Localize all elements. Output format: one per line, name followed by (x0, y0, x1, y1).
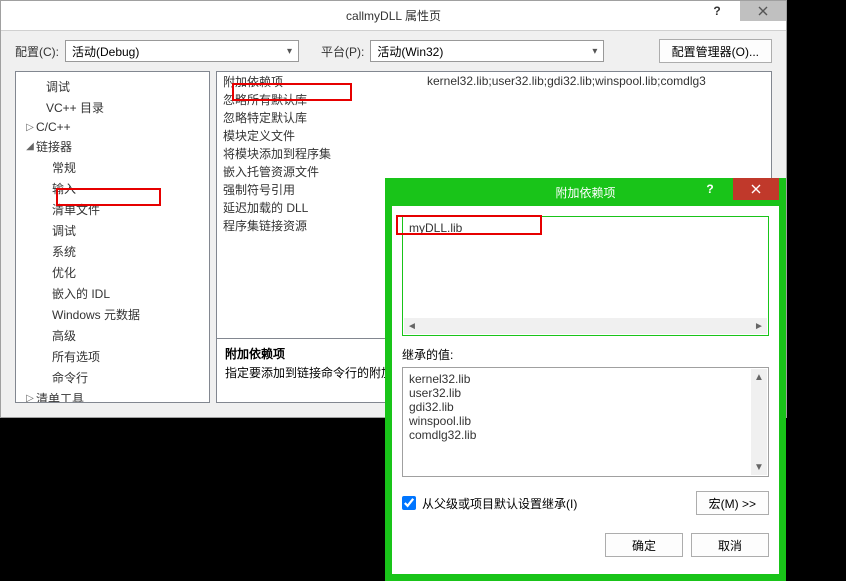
tree-item[interactable]: 调试 (18, 76, 207, 97)
tree-item-label: VC++ 目录 (46, 99, 104, 116)
tree-item-label: 所有选项 (52, 348, 100, 365)
popup-title-bar: 附加依赖项 ? (392, 178, 779, 206)
inherit-label: 继承的值: (402, 346, 769, 363)
v-scrollbar[interactable]: ▲ ▼ (751, 369, 767, 475)
tree-item[interactable]: VC++ 目录 (18, 97, 207, 118)
additional-dependencies-dialog: 附加依赖项 ? myDLL.lib ◄ ► 继承的值: kernel32.lib… (385, 178, 786, 581)
tree-item[interactable]: 系统 (18, 241, 207, 262)
tree-item[interactable]: ▷清单工具 (18, 388, 207, 403)
tree-item[interactable]: 高级 (18, 325, 207, 346)
title-bar: callmyDLL 属性页 ? (1, 1, 786, 31)
window-title: callmyDLL 属性页 (346, 7, 441, 24)
tree-item[interactable]: 清单文件 (18, 199, 207, 220)
tree-item-label: 清单文件 (52, 201, 100, 218)
dependencies-value: myDLL.lib (409, 221, 462, 235)
tree-item[interactable]: ▷C/C++ (18, 118, 207, 136)
tree-item-label: 调试 (52, 222, 76, 239)
popup-help-button[interactable]: ? (687, 178, 733, 200)
grid-label: 将模块添加到程序集 (217, 145, 427, 162)
twisty-icon[interactable]: ▷ (24, 393, 36, 403)
platform-combo[interactable]: 活动(Win32) ▾ (370, 40, 604, 62)
tree-item-label: 常规 (52, 159, 76, 176)
inherit-checkbox[interactable] (402, 496, 416, 510)
tree-item-label: 高级 (52, 327, 76, 344)
grid-label: 模块定义文件 (217, 127, 427, 144)
config-row: 配置(C): 活动(Debug) ▾ 平台(P): 活动(Win32) ▾ 配置… (1, 31, 786, 67)
inherit-checkbox-text: 从父级或项目默认设置继承(I) (422, 495, 577, 512)
grid-row[interactable]: 将模块添加到程序集 (217, 144, 771, 162)
tree-item-label: 调试 (46, 78, 70, 95)
scroll-left-icon[interactable]: ◄ (404, 318, 420, 334)
tree-item-label: 命令行 (52, 369, 88, 386)
tree-item-label: C/C++ (36, 120, 71, 134)
grid-label: 嵌入托管资源文件 (217, 163, 427, 180)
chevron-down-icon: ▾ (287, 46, 292, 57)
grid-row[interactable]: 忽略所有默认库 (217, 90, 771, 108)
scroll-down-icon[interactable]: ▼ (751, 459, 767, 475)
twisty-icon[interactable]: ◢ (24, 141, 36, 152)
twisty-icon[interactable]: ▷ (24, 122, 36, 133)
tree-item-label: 系统 (52, 243, 76, 260)
inherited-value: user32.lib (409, 386, 762, 400)
grid-row[interactable]: 模块定义文件 (217, 126, 771, 144)
popup-title: 附加依赖项 (555, 184, 615, 201)
inherit-checkbox-label[interactable]: 从父级或项目默认设置继承(I) (402, 495, 577, 512)
grid-row[interactable]: 附加依赖项kernel32.lib;user32.lib;gdi32.lib;w… (217, 72, 771, 90)
tree-item-label: 清单工具 (36, 390, 84, 403)
config-label: 配置(C): (15, 43, 59, 60)
inherited-value: gdi32.lib (409, 400, 762, 414)
cancel-button[interactable]: 取消 (691, 533, 769, 557)
tree-item[interactable]: 优化 (18, 262, 207, 283)
chevron-down-icon: ▾ (592, 46, 597, 57)
ok-button[interactable]: 确定 (605, 533, 683, 557)
tree-item-label: 优化 (52, 264, 76, 281)
config-combo[interactable]: 活动(Debug) ▾ (65, 40, 299, 62)
popup-close-button[interactable] (733, 178, 779, 200)
grid-row[interactable]: 忽略特定默认库 (217, 108, 771, 126)
category-tree[interactable]: 调试VC++ 目录▷C/C++◢链接器常规输入清单文件调试系统优化嵌入的 IDL… (15, 71, 210, 403)
tree-item[interactable]: 所有选项 (18, 346, 207, 367)
platform-label: 平台(P): (321, 43, 364, 60)
close-button[interactable] (740, 1, 786, 21)
tree-item-label: Windows 元数据 (52, 306, 140, 323)
config-manager-button[interactable]: 配置管理器(O)... (659, 39, 772, 63)
grid-value: kernel32.lib;user32.lib;gdi32.lib;winspo… (427, 74, 771, 88)
help-button[interactable]: ? (694, 1, 740, 21)
grid-label: 忽略所有默认库 (217, 91, 427, 108)
tree-item[interactable]: 调试 (18, 220, 207, 241)
tree-item-label: 嵌入的 IDL (52, 285, 110, 302)
inherited-value: comdlg32.lib (409, 428, 762, 442)
tree-item[interactable]: 命令行 (18, 367, 207, 388)
inherited-value: kernel32.lib (409, 372, 762, 386)
inherited-value: winspool.lib (409, 414, 762, 428)
tree-item-label: 输入 (52, 180, 76, 197)
macro-button[interactable]: 宏(M) >> (696, 491, 769, 515)
grid-label: 忽略特定默认库 (217, 109, 427, 126)
tree-item[interactable]: 常规 (18, 157, 207, 178)
tree-item[interactable]: Windows 元数据 (18, 304, 207, 325)
tree-item[interactable]: 输入 (18, 178, 207, 199)
tree-item-label: 链接器 (36, 138, 72, 155)
scroll-right-icon[interactable]: ► (751, 318, 767, 334)
grid-label: 附加依赖项 (217, 73, 427, 90)
scroll-up-icon[interactable]: ▲ (751, 369, 767, 385)
h-scrollbar[interactable]: ◄ ► (404, 318, 767, 334)
inherited-values-list: kernel32.libuser32.libgdi32.libwinspool.… (402, 367, 769, 477)
tree-item[interactable]: ◢链接器 (18, 136, 207, 157)
config-value: 活动(Debug) (72, 43, 139, 60)
dependencies-textarea[interactable]: myDLL.lib ◄ ► (402, 216, 769, 336)
platform-value: 活动(Win32) (377, 43, 443, 60)
tree-item[interactable]: 嵌入的 IDL (18, 283, 207, 304)
